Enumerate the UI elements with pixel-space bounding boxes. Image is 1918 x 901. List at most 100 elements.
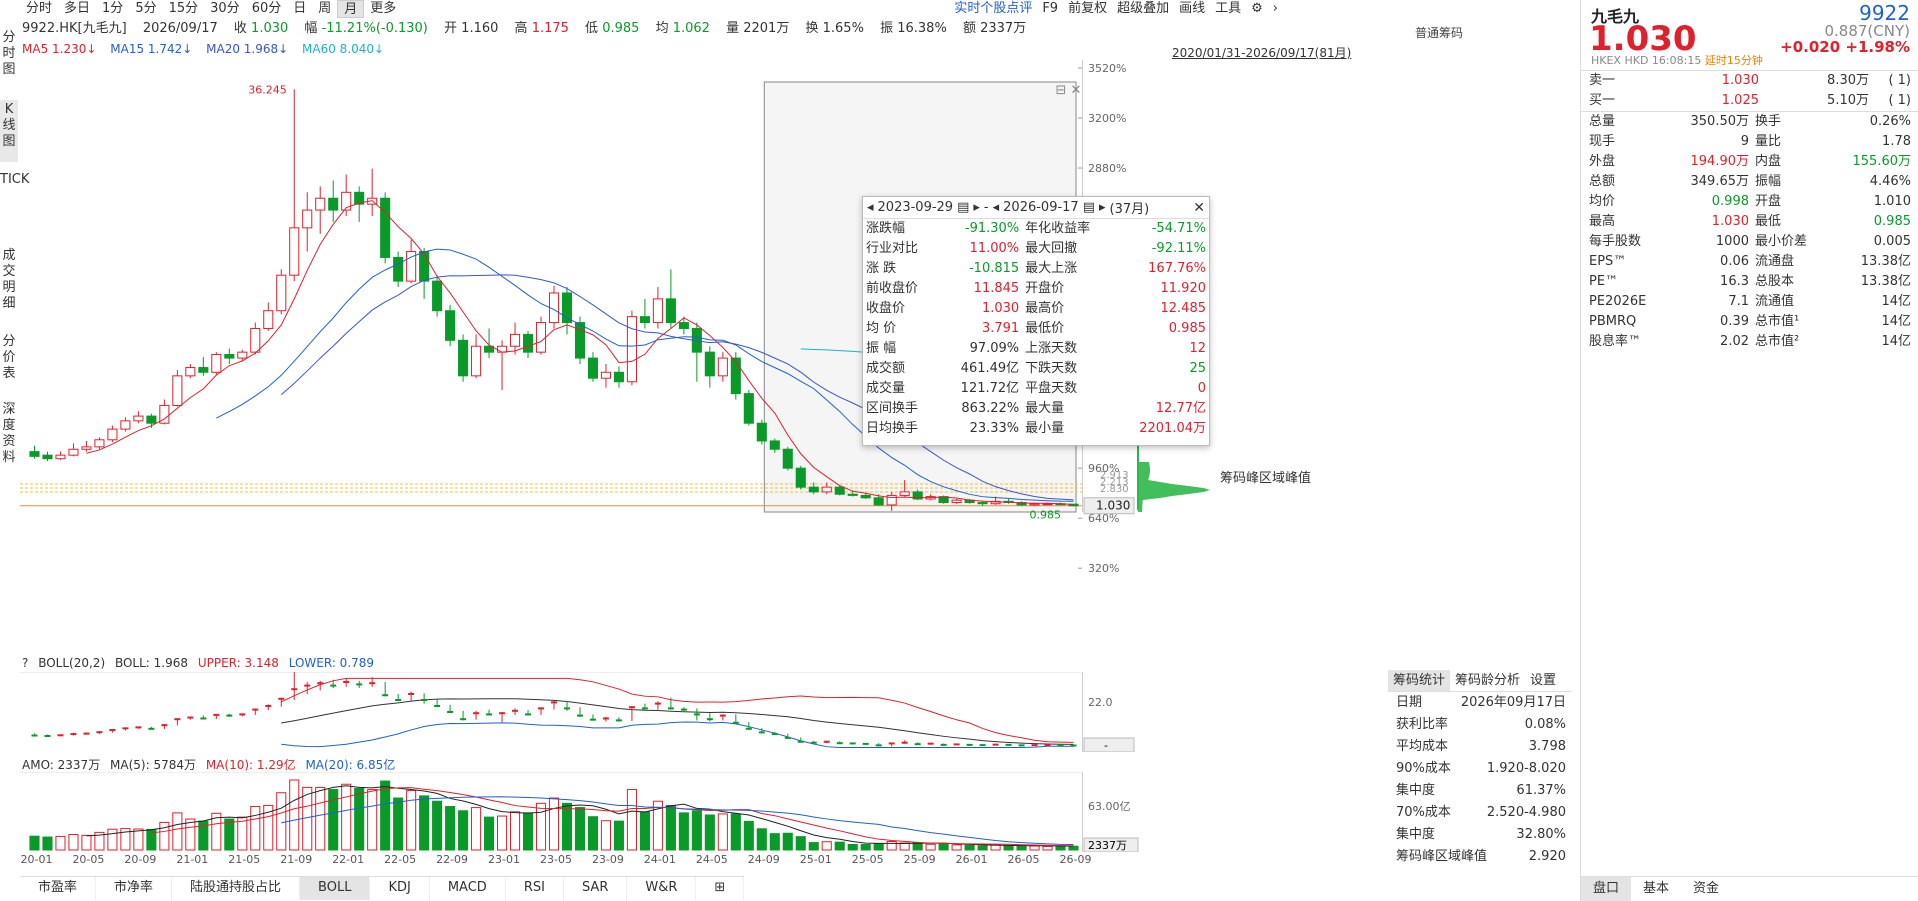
- x-tick-label: 22-05: [384, 853, 416, 866]
- period-tab-more[interactable]: 更多: [364, 0, 402, 18]
- sidebar-tab-tick[interactable]: TICK: [0, 170, 29, 240]
- stock-commentary-link[interactable]: 实时个股点评: [954, 0, 1032, 18]
- amo-axis-label: 63.00亿: [1088, 800, 1131, 813]
- tab-chip-stats[interactable]: 筹码统计: [1388, 670, 1451, 691]
- y-tick-label: 3200%: [1088, 112, 1126, 125]
- boll-axis: [1082, 672, 1083, 752]
- stat-cell: 14亿: [1881, 294, 1911, 309]
- tab-rsi[interactable]: RSI: [506, 877, 564, 900]
- amo-bar: [860, 843, 871, 851]
- gear-icon[interactable]: ⚙: [1251, 0, 1263, 18]
- f9-button[interactable]: F9: [1042, 0, 1058, 18]
- candle-body: [68, 448, 79, 456]
- amo-bar: [951, 844, 962, 851]
- popup-row: 成交量 121.72亿 平盘天数 0: [863, 379, 1209, 399]
- tab-chip-age[interactable]: 筹码龄分析: [1450, 670, 1525, 691]
- chip-row: 日期 2026年09月17日: [1388, 692, 1572, 714]
- tab-wr[interactable]: W&R: [627, 877, 697, 900]
- amo-bar: [341, 783, 352, 851]
- popup-value: 12: [1189, 341, 1206, 356]
- y-tick-label: 320%: [1088, 562, 1119, 575]
- stock-code: 9922.HK[九毛九]: [22, 21, 127, 36]
- sidebar-tab-trades[interactable]: 成交明细: [0, 246, 18, 326]
- info-amp: 16.38%: [897, 21, 947, 36]
- sidebar-tab-timeshare[interactable]: 分时图: [0, 28, 18, 77]
- period-tab[interactable]: 日: [287, 0, 312, 18]
- candle-body: [977, 502, 988, 505]
- stat-row: 最高 1.030 最低 0.985: [1581, 212, 1918, 232]
- tab-sar[interactable]: SAR: [564, 877, 628, 900]
- period-tab[interactable]: 60分: [246, 0, 288, 18]
- popup-start-date[interactable]: 2023-09-29: [878, 200, 954, 215]
- candle-body: [808, 486, 819, 493]
- chevron-right-icon[interactable]: ›: [1273, 0, 1278, 18]
- amo-bar: [899, 842, 910, 851]
- range-stats-popup: ◂ 2023-09-29 ▤ ▸ - ◂ 2026-09-17 ▤ ▸ (37月…: [862, 196, 1210, 446]
- draw-button[interactable]: 画线: [1179, 0, 1205, 18]
- tab-connect[interactable]: 陆股通持股占比: [172, 877, 301, 900]
- popup-label: 均 价: [866, 321, 897, 336]
- tab-chip-settings[interactable]: 设置: [1525, 670, 1561, 691]
- amo-bar: [133, 828, 144, 851]
- period-tab[interactable]: 15分: [163, 0, 205, 18]
- stat-cell: 13.38亿: [1860, 274, 1911, 289]
- popup-end-date[interactable]: 2026-09-17: [1003, 200, 1079, 215]
- amo-legend: AMO: 2337万 MA(5): 5784万 MA(10): 1.29亿 MA…: [22, 758, 396, 772]
- next-arrow-icon[interactable]: ▸: [973, 200, 980, 215]
- boll-tag-text: -: [1104, 739, 1108, 752]
- amo-bar: [561, 802, 573, 851]
- stat-cell: PE2026E: [1589, 294, 1647, 309]
- amo-bar: [328, 789, 339, 851]
- tab-macd[interactable]: MACD: [430, 877, 506, 900]
- stat-cell: 13.38亿: [1860, 254, 1911, 269]
- tab-pe[interactable]: 市盈率: [20, 877, 97, 900]
- tab-pb[interactable]: 市净率: [96, 877, 173, 900]
- x-tick-label: 26-01: [956, 853, 988, 866]
- sidebar-tab-depth[interactable]: 深度资料: [0, 400, 18, 480]
- tab-kdj[interactable]: KDJ: [370, 877, 430, 900]
- amo-chart[interactable]: 63.00亿 2337万: [20, 772, 1388, 852]
- period-tab[interactable]: 1分: [96, 0, 129, 18]
- popup-value: 97.09%: [969, 341, 1020, 356]
- amo-tag-text: 2337万: [1088, 839, 1127, 852]
- tab-basic[interactable]: 基本: [1631, 877, 1681, 901]
- add-tab-icon[interactable]: ⊞: [696, 877, 745, 900]
- candle-body: [613, 371, 624, 383]
- popup-value: 2201.04万: [1139, 421, 1206, 436]
- tab-funds[interactable]: 资金: [1681, 877, 1731, 901]
- period-tab[interactable]: 5分: [129, 0, 162, 18]
- period-tab[interactable]: 周: [312, 0, 337, 18]
- popup-row: 涨跌幅 -91.30% 年化收益率 -54.71%: [863, 219, 1209, 239]
- amo-bar: [1055, 845, 1066, 851]
- popup-value: 0: [1197, 381, 1206, 396]
- sidebar-tab-kline[interactable]: K线图: [0, 100, 18, 162]
- candle-body: [756, 422, 767, 442]
- tab-boll[interactable]: BOLL: [300, 877, 371, 900]
- adjust-button[interactable]: 前复权: [1068, 0, 1107, 18]
- period-tab[interactable]: 分时: [20, 0, 58, 18]
- date-range-link[interactable]: 2020/01/31-2026/09/17(81月): [1172, 44, 1351, 61]
- close-icon[interactable]: ✕: [1193, 200, 1209, 216]
- candle-body: [55, 454, 66, 460]
- overlay-button[interactable]: 超级叠加: [1117, 0, 1169, 18]
- next-arrow-icon[interactable]: ▸: [1099, 200, 1106, 215]
- period-tab-month[interactable]: 月: [337, 0, 365, 18]
- amo-bar: [172, 812, 183, 851]
- prev-arrow-icon[interactable]: ◂: [993, 200, 1000, 215]
- amo-bar: [458, 810, 469, 851]
- tab-orderbook[interactable]: 盘口: [1581, 877, 1632, 901]
- period-tab[interactable]: 多日: [58, 0, 96, 18]
- popup-label: 下跌天数: [1025, 361, 1078, 376]
- boll-chart[interactable]: 22.0 -: [20, 672, 1388, 752]
- calendar-icon[interactable]: ▤: [957, 200, 969, 215]
- sidebar-tab-price-table[interactable]: 分价表: [0, 332, 18, 394]
- popup-row: 前收盘价 11.845 开盘价 11.920: [863, 279, 1209, 299]
- period-tab[interactable]: 30分: [204, 0, 246, 18]
- amo-bar: [834, 841, 845, 851]
- candle-body: [717, 357, 728, 377]
- tools-button[interactable]: 工具: [1215, 0, 1241, 18]
- amo-bar: [42, 836, 53, 851]
- prev-arrow-icon[interactable]: ◂: [867, 200, 874, 215]
- calendar-icon[interactable]: ▤: [1083, 200, 1095, 215]
- ma-legend: MA5 1.230↓ MA15 1.742↓ MA20 1.968↓ MA60 …: [22, 42, 394, 56]
